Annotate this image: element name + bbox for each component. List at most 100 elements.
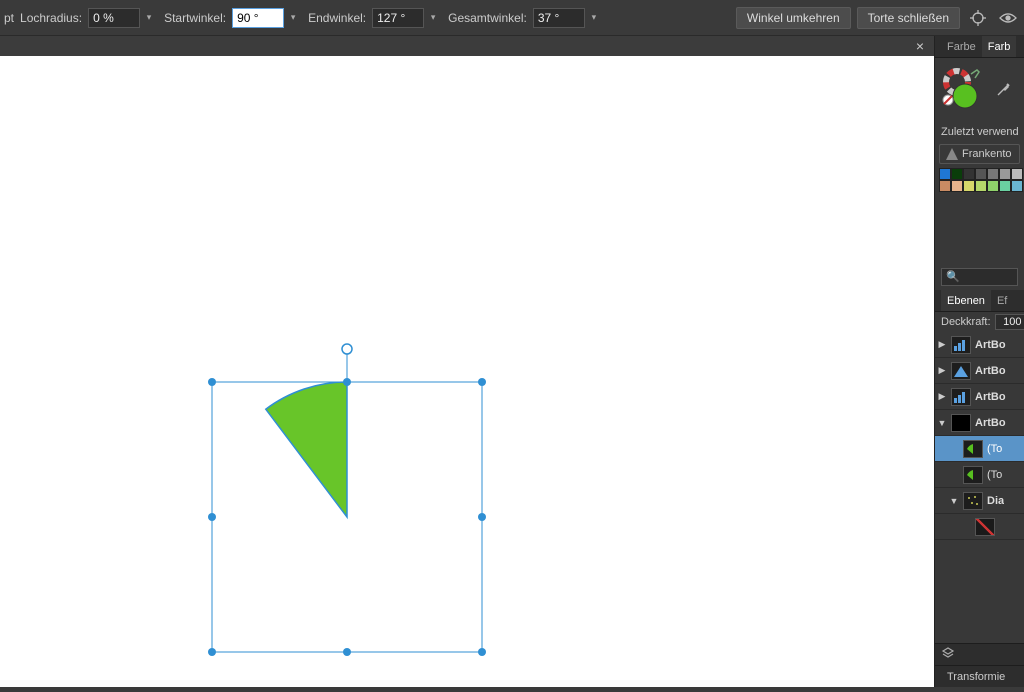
color-swatch[interactable] (1011, 180, 1023, 192)
tab-ef[interactable]: Ef (991, 290, 1013, 311)
chevron-down-icon[interactable]: ▾ (140, 8, 158, 28)
layer-thumbnail (963, 440, 983, 458)
pie-slice[interactable] (266, 382, 347, 517)
color-swatch[interactable] (975, 168, 987, 180)
layer-search-row (935, 264, 1024, 290)
swatch-grid (935, 166, 1024, 194)
preset-name: Frankento (962, 148, 1012, 160)
startwinkel-input[interactable] (232, 8, 284, 28)
layer-row[interactable]: (To (935, 436, 1024, 462)
layer-row[interactable]: (To (935, 462, 1024, 488)
selected-pie-shape[interactable] (172, 309, 522, 692)
lochradius-field[interactable]: ▾ (88, 8, 158, 28)
eyedropper-icon[interactable] (995, 82, 1011, 98)
color-swatch[interactable] (987, 180, 999, 192)
swatch-preset-select[interactable]: Frankento (939, 144, 1020, 164)
resize-handle[interactable] (343, 648, 351, 656)
canvas-area[interactable]: × (0, 36, 934, 687)
lochradius-input[interactable] (88, 8, 140, 28)
torte-schliessen-button[interactable]: Torte schließen (857, 7, 960, 29)
color-panel-tabs: Farbe Farb (935, 36, 1024, 58)
opacity-label: Deckkraft: (941, 316, 991, 328)
resize-handle[interactable] (208, 648, 216, 656)
winkel-umkehren-button[interactable]: Winkel umkehren (736, 7, 851, 29)
disclosure-triangle-icon[interactable]: ▼ (949, 496, 959, 506)
color-swatch[interactable] (999, 180, 1011, 192)
torte-schliessen-label: Torte schließen (868, 11, 949, 25)
endwinkel-input[interactable] (372, 8, 424, 28)
affinity-icon (946, 148, 958, 160)
disclosure-triangle-icon[interactable]: ▶ (937, 365, 947, 376)
layers-panel-tabs: Ebenen Ef (935, 290, 1024, 312)
gesamtwinkel-input[interactable] (533, 8, 585, 28)
color-swatch[interactable] (1011, 168, 1023, 180)
color-swatch[interactable] (963, 180, 975, 192)
close-icon[interactable]: × (910, 38, 930, 54)
crosshair-icon[interactable] (966, 6, 990, 30)
layer-thumbnail (963, 492, 983, 510)
eye-icon[interactable] (996, 6, 1020, 30)
disclosure-triangle-icon[interactable]: ▶ (937, 339, 947, 350)
color-swatch[interactable] (939, 168, 951, 180)
disclosure-triangle-icon[interactable]: ▶ (937, 391, 947, 402)
chevron-down-icon[interactable]: ▾ (424, 8, 442, 28)
color-swatch[interactable] (975, 180, 987, 192)
resize-handle[interactable] (478, 648, 486, 656)
tab-ebenen[interactable]: Ebenen (941, 290, 991, 311)
layer-row[interactable]: ▶ ArtBo (935, 332, 1024, 358)
gesamtwinkel-label: Gesamtwinkel: (448, 11, 527, 25)
rotation-handle[interactable] (342, 344, 352, 354)
lochradius-label: Lochradius: (20, 11, 82, 25)
winkel-umkehren-label: Winkel umkehren (747, 11, 840, 25)
layers-list: ▶ArtBo▶ArtBo▶ArtBo▼ArtBo(To(To▼Dia (935, 332, 1024, 643)
layer-name: ArtBo (975, 339, 1006, 351)
layer-thumbnail (963, 466, 983, 484)
layer-thumbnail (951, 362, 971, 380)
layer-name: ArtBo (975, 417, 1006, 429)
gesamtwinkel-field[interactable]: ▾ (533, 8, 603, 28)
resize-handle[interactable] (478, 513, 486, 521)
layer-row[interactable]: ▶ArtBo (935, 384, 1024, 410)
color-wheel-icon[interactable] (941, 68, 985, 112)
chevron-down-icon[interactable]: ▾ (585, 8, 603, 28)
resize-handle[interactable] (208, 513, 216, 521)
right-studio-panel: Farbe Farb Zuletzt ve (934, 36, 1024, 687)
layers-bottom-toolbar (935, 643, 1024, 665)
layer-thumbnail (951, 414, 971, 432)
tab-transformieren[interactable]: Transformie (935, 665, 1024, 687)
color-swatch[interactable] (987, 168, 999, 180)
resize-handle[interactable] (208, 378, 216, 386)
color-selector (935, 58, 1024, 122)
layer-name: Dia (987, 495, 1004, 507)
artboard-canvas[interactable] (0, 56, 934, 687)
color-swatch[interactable] (951, 168, 963, 180)
chevron-down-icon[interactable]: ▾ (284, 8, 302, 28)
workspace: × Farbe Farb (0, 36, 1024, 687)
resize-handle[interactable] (478, 378, 486, 386)
search-input[interactable] (941, 268, 1018, 286)
tab-farbe[interactable]: Farbe (941, 36, 982, 57)
layer-thumbnail (951, 388, 971, 406)
endwinkel-label: Endwinkel: (308, 11, 366, 25)
layer-row[interactable]: ▶ArtBo (935, 358, 1024, 384)
unit-suffix: pt (4, 11, 14, 25)
opacity-row: Deckkraft: (935, 312, 1024, 332)
color-swatch[interactable] (963, 168, 975, 180)
tab-farb[interactable]: Farb (982, 36, 1017, 57)
layer-row[interactable]: ▼ ArtBo (935, 410, 1024, 436)
startwinkel-label: Startwinkel: (164, 11, 226, 25)
layer-row[interactable] (935, 514, 1024, 540)
layer-name: (To (987, 443, 1002, 455)
opacity-input[interactable] (995, 314, 1024, 330)
color-swatch[interactable] (999, 168, 1011, 180)
transform-label: Transformie (947, 671, 1005, 683)
color-swatch[interactable] (939, 180, 951, 192)
stack-icon[interactable] (941, 646, 955, 663)
layer-name: (To (987, 469, 1002, 481)
startwinkel-field[interactable]: ▾ (232, 8, 302, 28)
recently-used-header: Zuletzt verwend (935, 122, 1024, 142)
layer-row[interactable]: ▼ Dia (935, 488, 1024, 514)
endwinkel-field[interactable]: ▾ (372, 8, 442, 28)
disclosure-triangle-icon[interactable]: ▼ (937, 418, 947, 428)
color-swatch[interactable] (951, 180, 963, 192)
